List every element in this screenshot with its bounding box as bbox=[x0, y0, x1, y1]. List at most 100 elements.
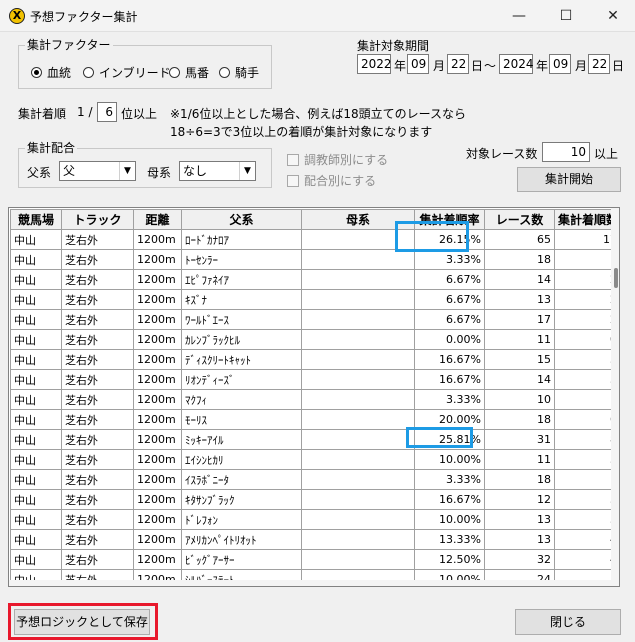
combo-checkbox[interactable]: 配合別にする bbox=[287, 172, 376, 189]
scrollbar-thumb[interactable] bbox=[614, 268, 618, 288]
table-row[interactable]: 中山芝右外1200mﾏｸﾌｨ3.33%101 bbox=[10, 389, 619, 410]
track-cell: 中山 bbox=[10, 489, 62, 510]
trainer-checkbox[interactable]: 調教師別にする bbox=[287, 151, 388, 168]
maximize-button[interactable]: ☐ bbox=[543, 4, 589, 28]
close-window-button[interactable]: ✕ bbox=[590, 4, 635, 28]
to-day-unit: 日 bbox=[612, 59, 625, 73]
surface-cell: 芝右外 bbox=[61, 549, 134, 570]
vertical-scrollbar[interactable] bbox=[611, 208, 619, 586]
column-header[interactable]: 集計着順率 bbox=[414, 209, 485, 230]
results-grid[interactable]: 競馬場 トラック 距離 父系 母系 集計着順率 レース数 集計着順数 中山 芝右外 1200m ﾛｰ… bbox=[8, 207, 620, 587]
table-row[interactable]: 中山芝右外1200mｴﾋﾟﾌｧﾈｲｱ6.67%142 bbox=[10, 269, 619, 290]
races-cell: 17 bbox=[484, 309, 555, 330]
table-row[interactable]: 中山芝右外1200mｶﾚﾝﾌﾞﾗｯｸﾋﾙ0.00%110 bbox=[10, 329, 619, 350]
to-day-field[interactable]: 22 bbox=[588, 54, 610, 74]
radio-dot bbox=[219, 66, 230, 78]
table-row[interactable]: 中山芝右外1200mﾘｵﾝﾃﾞｨｰｽﾞ16.67%145 bbox=[10, 369, 619, 390]
radio-bloodline[interactable]: 血統 bbox=[31, 64, 71, 80]
races-cell: 11 bbox=[484, 329, 555, 350]
to-year-field[interactable]: 2024 bbox=[499, 54, 534, 74]
chevron-down-icon[interactable]: ▼ bbox=[119, 162, 135, 180]
sire-cell: ｲｽﾗﾎﾞﾆｰﾀ bbox=[181, 469, 302, 490]
table-row[interactable]: 中山芝右外1200mﾐｯｷｰｱｲﾙ25.81%318 bbox=[10, 429, 619, 450]
table-row[interactable]: 中山芝右外1200mｷﾀｻﾝﾌﾞﾗｯｸ16.67%125 bbox=[10, 489, 619, 510]
radio-dot bbox=[169, 66, 180, 78]
rate-cell: 6.67% bbox=[414, 289, 485, 310]
rate-cell: 3.33% bbox=[414, 469, 485, 490]
rank-note-1: ※1/6位以上とした場合、例えば18頭立てのレースなら bbox=[170, 107, 467, 121]
column-header[interactable]: 父系 bbox=[181, 209, 302, 230]
distance-cell: 1200m bbox=[133, 309, 182, 330]
radio-horse-number[interactable]: 馬番 bbox=[169, 64, 209, 80]
minimize-button[interactable]: — bbox=[496, 4, 542, 28]
pedigree-group-title: 集計配合 bbox=[25, 141, 78, 155]
races-cell: 14 bbox=[484, 269, 555, 290]
horizontal-scrollbar[interactable] bbox=[9, 580, 619, 586]
column-header[interactable]: 距離 bbox=[133, 209, 182, 230]
table-row[interactable]: 中山芝右外1200mﾃﾞｨｽｸﾘｰﾄｷｬｯﾄ16.67%155 bbox=[10, 349, 619, 370]
radio-jockey[interactable]: 騎手 bbox=[219, 64, 259, 80]
table-row[interactable]: 中山 芝右外 1200m ﾛｰﾄﾞｶﾅﾛｱ 26.15% 65 17 bbox=[10, 229, 619, 250]
from-year-field[interactable]: 2022 bbox=[357, 54, 392, 74]
distance-cell: 1200m bbox=[133, 389, 182, 410]
table-row[interactable]: 中山芝右外1200mﾓｰﾘｽ20.00%186 bbox=[10, 409, 619, 430]
table-row[interactable]: 中山芝右外1200mﾋﾞｯｸﾞｱｰｻｰ12.50%324 bbox=[10, 549, 619, 570]
dam-cell bbox=[301, 329, 415, 350]
rank-field[interactable]: 6 bbox=[97, 102, 117, 122]
races-field[interactable]: 10 bbox=[542, 142, 590, 162]
to-year-unit: 年 bbox=[536, 59, 549, 73]
start-aggregation-button[interactable]: 集計開始 bbox=[517, 167, 621, 192]
table-row[interactable]: 中山芝右外1200mｴｲｼﾝﾋｶﾘ10.00%113 bbox=[10, 449, 619, 470]
distance-cell: 1200m bbox=[133, 269, 182, 290]
column-header[interactable]: レース数 bbox=[484, 209, 555, 230]
sire-cell: ﾄﾞﾚﾌｫﾝ bbox=[181, 509, 302, 530]
radio-label: インブリード bbox=[99, 65, 171, 80]
surface-cell: 芝右外 bbox=[61, 529, 134, 550]
radio-label: 騎手 bbox=[235, 65, 260, 80]
rank-note-2: 18÷6=3で3位以上の着順が集計対象になります bbox=[170, 125, 433, 139]
chevron-down-icon[interactable]: ▼ bbox=[239, 162, 255, 180]
track-cell: 中山 bbox=[10, 369, 62, 390]
distance-cell: 1200m bbox=[133, 229, 182, 250]
track-cell: 中山 bbox=[10, 429, 62, 450]
save-logic-button[interactable]: 予想ロジックとして保存 bbox=[14, 609, 150, 635]
track-cell: 中山 bbox=[10, 329, 62, 350]
rate-cell: 25.81% bbox=[414, 429, 485, 450]
from-month-field[interactable]: 09 bbox=[407, 54, 429, 74]
track-cell: 中山 bbox=[10, 309, 62, 330]
results-table: 競馬場 トラック 距離 父系 母系 集計着順率 レース数 集計着順数 中山 芝右外 1200m ﾛｰ… bbox=[10, 209, 619, 586]
rate-cell: 16.67% bbox=[414, 369, 485, 390]
surface-cell: 芝右外 bbox=[61, 409, 134, 430]
dam-select-value: なし bbox=[183, 164, 208, 178]
radio-inbreed[interactable]: インブリード bbox=[83, 64, 171, 80]
from-month-unit: 月 bbox=[433, 59, 446, 73]
dam-cell bbox=[301, 489, 415, 510]
table-row[interactable]: 中山芝右外1200mｷｽﾞﾅ6.67%132 bbox=[10, 289, 619, 310]
track-cell: 中山 bbox=[10, 349, 62, 370]
track-cell: 中山 bbox=[10, 409, 62, 430]
table-row[interactable]: 中山芝右外1200mｱﾒﾘｶﾝﾍﾟｲﾄﾘｵｯﾄ13.33%134 bbox=[10, 529, 619, 550]
table-row[interactable]: 中山芝右外1200mﾄｰｾﾝﾗｰ3.33%181 bbox=[10, 249, 619, 270]
from-day-field[interactable]: 22 bbox=[447, 54, 469, 74]
distance-cell: 1200m bbox=[133, 249, 182, 270]
close-button[interactable]: 閉じる bbox=[515, 609, 621, 635]
surface-cell: 芝右外 bbox=[61, 249, 134, 270]
sire-cell: ﾜｰﾙﾄﾞｴｰｽ bbox=[181, 309, 302, 330]
dam-cell bbox=[301, 369, 415, 390]
surface-cell: 芝右外 bbox=[61, 509, 134, 530]
column-header[interactable]: 競馬場 bbox=[10, 209, 62, 230]
rate-cell: 20.00% bbox=[414, 409, 485, 430]
sire-select[interactable]: 父 ▼ bbox=[59, 161, 136, 181]
column-header[interactable]: 母系 bbox=[301, 209, 415, 230]
dam-cell bbox=[301, 289, 415, 310]
to-month-field[interactable]: 09 bbox=[549, 54, 571, 74]
column-header[interactable]: トラック bbox=[61, 209, 134, 230]
sire-cell: ﾄｰｾﾝﾗｰ bbox=[181, 249, 302, 270]
races-cell: 11 bbox=[484, 449, 555, 470]
table-row[interactable]: 中山芝右外1200mﾄﾞﾚﾌｫﾝ10.00%133 bbox=[10, 509, 619, 530]
dam-select[interactable]: なし ▼ bbox=[179, 161, 256, 181]
table-row[interactable]: 中山芝右外1200mﾜｰﾙﾄﾞｴｰｽ6.67%172 bbox=[10, 309, 619, 330]
factor-group: 集計ファクター 血統 インブリード 馬番 騎手 bbox=[18, 38, 272, 89]
races-cell: 18 bbox=[484, 249, 555, 270]
table-row[interactable]: 中山芝右外1200mｲｽﾗﾎﾞﾆｰﾀ3.33%181 bbox=[10, 469, 619, 490]
